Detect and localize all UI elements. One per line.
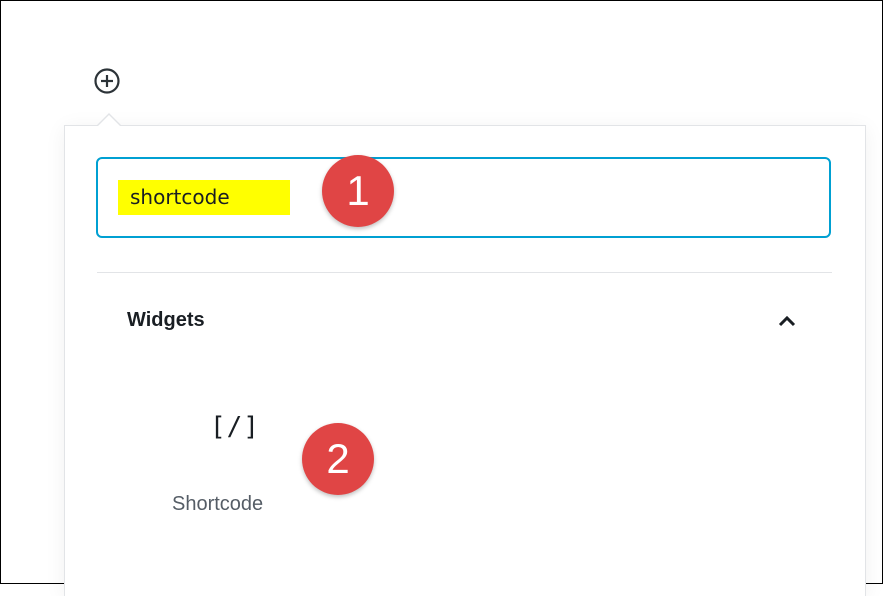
step-badge-1: 1 — [322, 155, 394, 227]
chevron-up-icon — [778, 315, 796, 327]
panel-title: Widgets — [127, 309, 205, 331]
divider — [97, 272, 832, 273]
widgets-panel-toggle[interactable]: Widgets — [97, 295, 832, 355]
block-item-shortcode[interactable]: [/] Shortcode — [155, 400, 305, 530]
step-badge-2: 2 — [302, 423, 374, 495]
shortcode-icon: [/] — [210, 412, 260, 442]
plus-circle-icon — [94, 68, 120, 94]
search-input-value: shortcode — [118, 180, 290, 215]
block-item-label: Shortcode — [172, 493, 264, 515]
add-block-button[interactable] — [91, 65, 123, 97]
